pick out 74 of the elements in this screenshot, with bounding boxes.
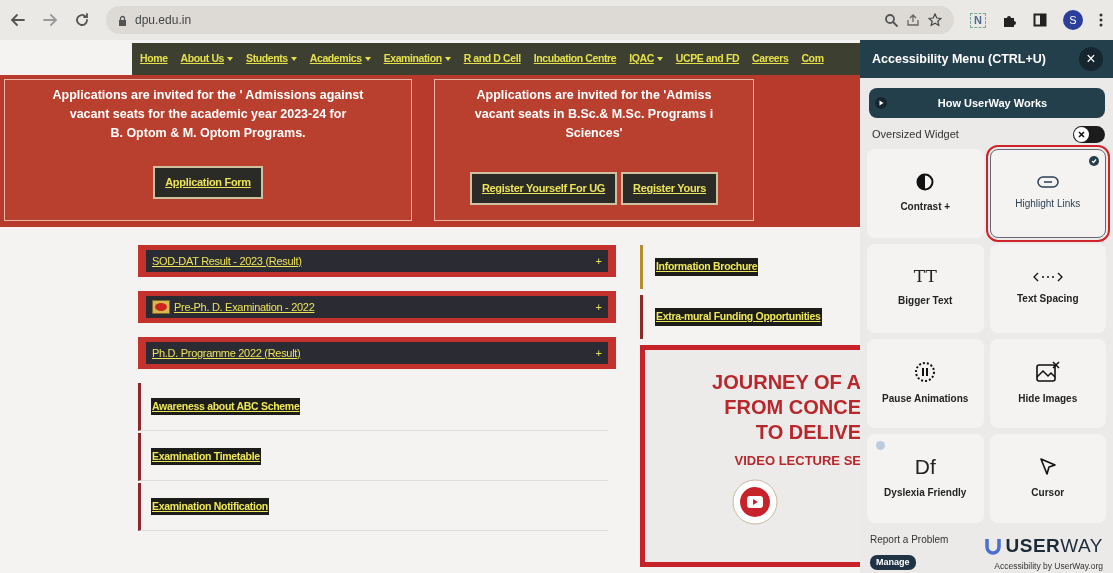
how-it-works-button[interactable]: How UserWay Works: [868, 87, 1105, 118]
bigger-text-icon: TT: [913, 268, 937, 286]
close-button[interactable]: ×: [1079, 46, 1103, 71]
share-icon[interactable]: [906, 13, 921, 27]
u-logo-icon: [983, 537, 1002, 555]
accordion-title: SOD-DAT Result - 2023 (Result): [152, 253, 303, 269]
side-panel-icon[interactable]: [1033, 13, 1047, 27]
nav-link[interactable]: R and D Cell: [463, 51, 521, 67]
feature-tile[interactable]: Cursor: [989, 433, 1106, 523]
nav-link[interactable]: UCPE and FD: [675, 51, 740, 67]
link[interactable]: Awareness about ABC Scheme: [151, 397, 301, 416]
video-title: TO DELIVE: [754, 420, 860, 445]
nav-link[interactable]: Incubation Centre: [533, 51, 617, 67]
nav-link[interactable]: Careers: [752, 51, 789, 67]
video-title: JOURNEY OF A: [711, 370, 860, 395]
video-card[interactable]: JOURNEY OF A FROM CONCE TO DELIVE VIDEO LECTURE SE: [640, 345, 860, 567]
dyslexia-font-icon: Df: [914, 456, 936, 478]
feature-tile[interactable]: Text Spacing: [989, 243, 1106, 333]
extension-button[interactable]: N: [970, 12, 986, 28]
more-menu-icon[interactable]: [1099, 13, 1103, 27]
feature-tile[interactable]: Hide Images: [989, 338, 1106, 428]
info-icon: [876, 440, 885, 450]
link[interactable]: Information Brochure: [655, 258, 759, 276]
text-spacing-icon: [1032, 270, 1063, 283]
nav-link[interactable]: About Us: [180, 51, 234, 67]
accordion-title: Pre-Ph. D. Examination - 2022: [174, 299, 316, 315]
link[interactable]: Extra-mural Funding Opportunities: [655, 308, 822, 326]
feature-tile[interactable]: TT Bigger Text: [867, 243, 984, 333]
nav-link[interactable]: Academics: [309, 51, 371, 67]
lock-icon: [118, 14, 127, 26]
pause-icon: [914, 360, 937, 383]
feature-tile[interactable]: Pause Animations: [867, 338, 984, 428]
plus-icon: +: [595, 298, 602, 316]
play-icon: [874, 96, 887, 109]
brand-caption: Accessibility by UserWay.org: [994, 560, 1103, 573]
plus-icon: +: [595, 344, 602, 362]
accordion-header[interactable]: Pre-Ph. D. Examination - 2022 +: [138, 291, 616, 323]
toggle-switch[interactable]: [1073, 125, 1105, 143]
nav-link[interactable]: Com: [801, 51, 824, 67]
accordion-header[interactable]: Ph.D. Programme 2022 (Result) +: [138, 337, 616, 369]
nav-link[interactable]: Examination: [383, 51, 451, 67]
announcement-text: Applications are invited for the ' Admissions against vacant seats for the academic year 2023-24 for B. Optom & M. Optom Programs.: [52, 87, 364, 142]
hidden-image-icon: [1035, 360, 1060, 383]
brand-logo-text: USERWAY: [1005, 533, 1103, 558]
accordion-title: Ph.D. Programme 2022 (Result): [152, 345, 302, 361]
banner-button[interactable]: Application Form: [153, 166, 263, 199]
profile-avatar[interactable]: S: [1063, 10, 1083, 30]
banner-button[interactable]: Register Yours: [621, 172, 719, 205]
reload-icon[interactable]: [74, 12, 90, 28]
nav-link[interactable]: IQAC: [629, 51, 663, 67]
star-icon[interactable]: [928, 13, 943, 27]
link-icon: [1036, 175, 1059, 188]
accordion-header[interactable]: SOD-DAT Result - 2023 (Result) +: [138, 245, 616, 277]
plus-icon: +: [595, 252, 602, 270]
back-arrow-icon[interactable]: [10, 12, 26, 28]
announcement-text: Applications are invited for the 'Admiss vacant seats in B.Sc.& M.Sc. Programs i Sciences': [474, 87, 714, 142]
nav-link[interactable]: Students: [246, 51, 297, 67]
video-subtitle: VIDEO LECTURE SE: [733, 453, 860, 470]
contrast-icon: [916, 172, 935, 191]
video-title: FROM CONCE: [723, 395, 860, 420]
panel-title: Accessibility Menu (CTRL+U): [872, 50, 1046, 68]
feature-tile[interactable]: Contrast +: [867, 148, 984, 238]
cursor-icon: [1038, 456, 1057, 477]
check-badge-icon: [1089, 155, 1099, 166]
zoom-icon[interactable]: [884, 13, 899, 27]
oversized-widget-label: Oversized Widget: [872, 127, 959, 142]
banner-button[interactable]: Register Yourself For UG: [469, 172, 618, 205]
nav-link[interactable]: Home: [140, 51, 168, 67]
feature-tile[interactable]: Df Dyslexia Friendly: [867, 433, 984, 523]
play-button-icon[interactable]: [732, 479, 778, 526]
link[interactable]: Examination Notification: [151, 497, 269, 516]
link[interactable]: Examination Timetable: [151, 447, 261, 466]
report-link[interactable]: Report a Problem: [870, 531, 949, 547]
manage-button[interactable]: Manage: [870, 554, 916, 571]
